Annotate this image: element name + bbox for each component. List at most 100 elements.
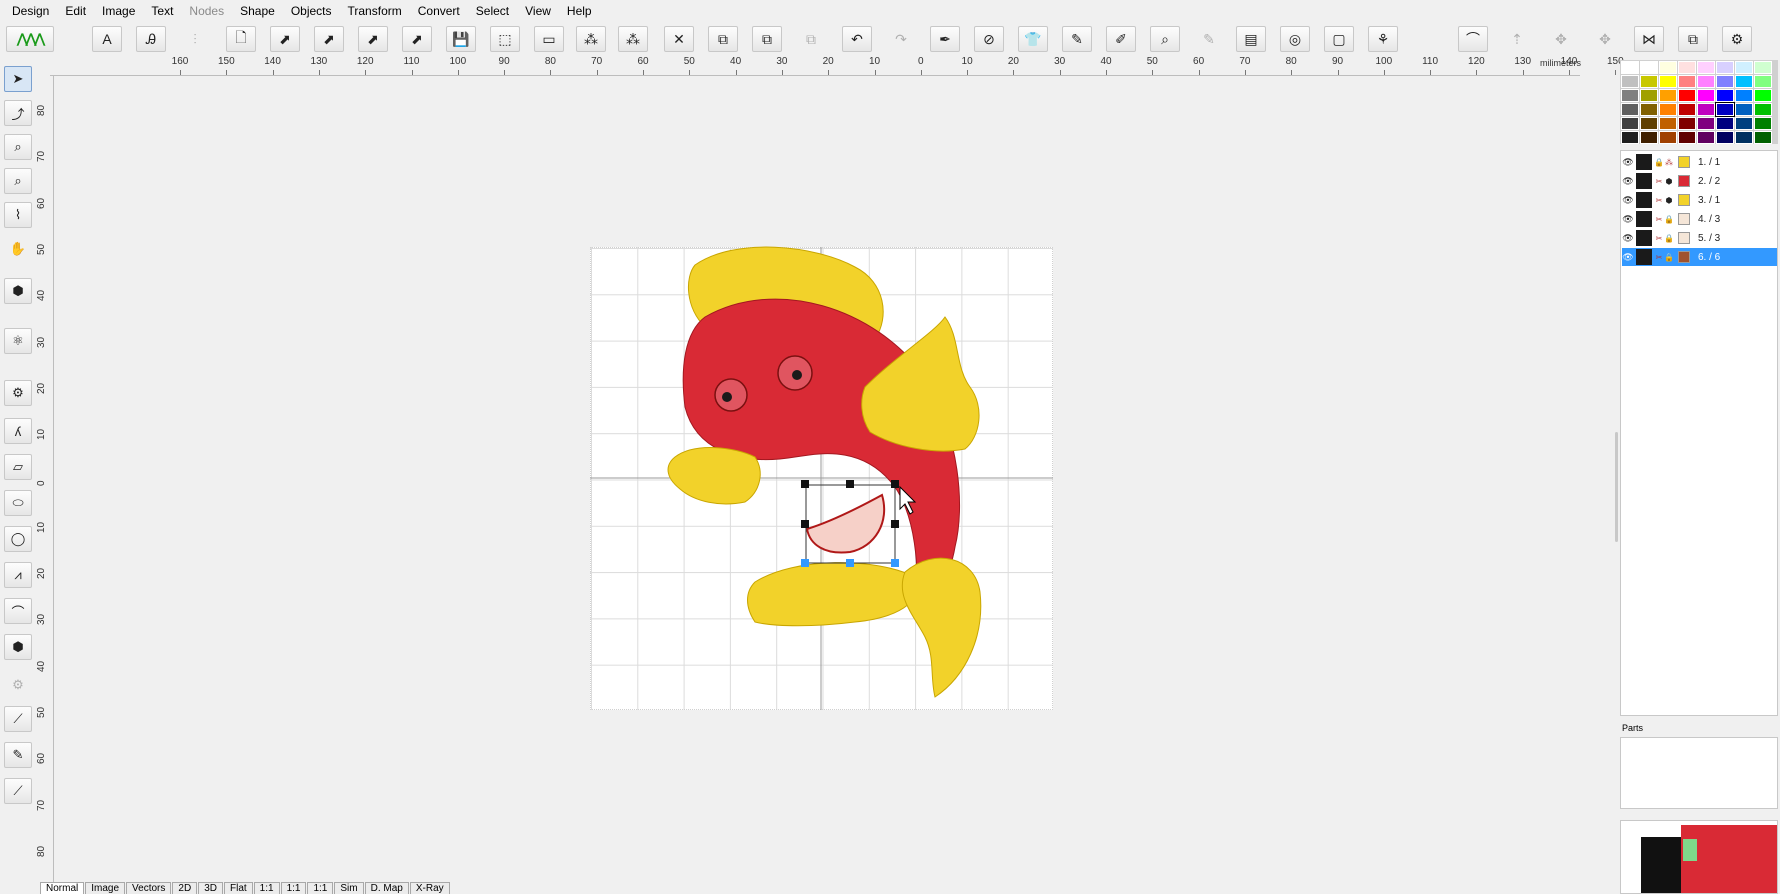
color-swatch[interactable]	[1621, 103, 1639, 116]
tab-image[interactable]: Image	[85, 882, 126, 894]
color-swatch[interactable]	[1754, 103, 1772, 116]
color-swatch[interactable]	[1621, 131, 1639, 144]
target-icon[interactable]: ◎	[1280, 26, 1310, 52]
node-edit-icon[interactable]: ⤴	[4, 100, 32, 126]
properties-icon[interactable]: ▤	[1236, 26, 1266, 52]
scrollbar-thumb[interactable]	[1615, 432, 1618, 542]
undo-icon[interactable]: ↶	[842, 26, 872, 52]
color-swatch[interactable]	[1754, 89, 1772, 102]
color-swatch[interactable]	[1621, 89, 1639, 102]
color-swatch[interactable]	[1754, 75, 1772, 88]
outline-icon[interactable]: ◯	[4, 526, 32, 552]
object-row-2[interactable]: 👁 ✂ ⬢ 2. / 2	[1622, 172, 1777, 190]
tab-x-ray[interactable]: X-Ray	[409, 882, 450, 894]
eyedropper-icon[interactable]: ✎	[1062, 26, 1092, 52]
export-icon[interactable]: ⬈	[402, 26, 432, 52]
color-swatch[interactable]	[1659, 75, 1677, 88]
ruler-tool-icon[interactable]: ⟋	[4, 778, 32, 804]
color-swatch[interactable]	[1640, 75, 1658, 88]
menu-text[interactable]: Text	[143, 0, 181, 22]
stitch-path-icon[interactable]: ⚙	[4, 380, 32, 406]
color-swatch[interactable]	[1678, 89, 1696, 102]
lock-icon[interactable]: 🔒	[1654, 158, 1664, 167]
color-swatch[interactable]	[1735, 75, 1753, 88]
color-swatch[interactable]	[1716, 61, 1734, 74]
color-swatch[interactable]	[1640, 61, 1658, 74]
tab-3d[interactable]: 3D	[198, 882, 223, 894]
color-swatch[interactable]	[1678, 75, 1696, 88]
eye-icon[interactable]: 👁	[1622, 214, 1634, 225]
left-fin-shape[interactable]	[667, 447, 761, 505]
color-swatch[interactable]	[1678, 103, 1696, 116]
color-swatch[interactable]	[1697, 117, 1715, 130]
tab-vectors[interactable]: Vectors	[126, 882, 172, 894]
menu-design[interactable]: Design	[4, 0, 57, 22]
pen-tool-icon[interactable]: ✒	[930, 26, 960, 52]
color-swatch[interactable]	[1697, 89, 1715, 102]
color-swatch[interactable]	[1735, 89, 1753, 102]
color-swatch[interactable]	[1697, 75, 1715, 88]
color-swatch[interactable]	[1621, 61, 1639, 74]
bowtie-icon[interactable]: ⋈	[1634, 26, 1664, 52]
color-swatch[interactable]	[1735, 103, 1753, 116]
preview-panel[interactable]	[1620, 820, 1778, 894]
lock-icon[interactable]: 🔒	[1664, 234, 1674, 243]
bezier-icon[interactable]: ⌒	[4, 598, 32, 624]
color-swatch[interactable]	[1678, 131, 1696, 144]
object-row-6[interactable]: 👁 ✂ 🔒 6. / 6	[1622, 248, 1777, 266]
color-swatch[interactable]	[1640, 89, 1658, 102]
eye-icon[interactable]: 👁	[1622, 195, 1634, 206]
tab-2d[interactable]: 2D	[172, 882, 198, 894]
color-swatch[interactable]	[1697, 131, 1715, 144]
eye-icon[interactable]: 👁	[1622, 233, 1634, 244]
select-rect-icon[interactable]: ▭	[534, 26, 564, 52]
menu-convert[interactable]: Convert	[410, 0, 468, 22]
text-effect-icon[interactable]: Ꭿ	[136, 26, 166, 52]
mouth-shape[interactable]	[805, 493, 886, 554]
duplicate-icon[interactable]: ⧉	[708, 26, 738, 52]
color-swatch[interactable]	[1735, 131, 1753, 144]
eye-icon[interactable]: 👁	[1622, 176, 1634, 187]
color-swatch[interactable]	[1754, 117, 1772, 130]
run-stitch-icon[interactable]: ⬭	[4, 490, 32, 516]
satin-icon[interactable]: ʎ	[4, 418, 32, 444]
text-tool-icon[interactable]: A	[92, 26, 122, 52]
handle-mid-left[interactable]	[801, 520, 809, 528]
color-swatch[interactable]	[1678, 117, 1696, 130]
color-swatch[interactable]	[1697, 61, 1715, 74]
eye-icon[interactable]: 👁	[1622, 252, 1634, 263]
color-swatch[interactable]	[1754, 61, 1772, 74]
color-swatch[interactable]	[1678, 61, 1696, 74]
settings-gear-icon[interactable]: ⚙	[1722, 26, 1752, 52]
stitch-icon[interactable]: ⚘	[1368, 26, 1398, 52]
color-swatch[interactable]	[1659, 89, 1677, 102]
color-swatch[interactable]	[1640, 103, 1658, 116]
open-image-icon[interactable]: ⬈	[314, 26, 344, 52]
color-swatch[interactable]	[1716, 117, 1734, 130]
menu-shape[interactable]: Shape	[232, 0, 283, 22]
zoom-search-icon[interactable]: ⌕	[1150, 26, 1180, 52]
color-swatch[interactable]	[1716, 75, 1734, 88]
color-swatch[interactable]	[1659, 117, 1677, 130]
logo-icon[interactable]: ⋀⋀⋀	[6, 26, 54, 52]
tab-d-map[interactable]: D. Map	[364, 882, 409, 894]
color-swatch[interactable]	[1697, 103, 1715, 116]
layers-icon[interactable]: ⧉	[1678, 26, 1708, 52]
color-swatch[interactable]	[1640, 131, 1658, 144]
zoom-1-icon[interactable]: ⌕	[4, 168, 32, 194]
menu-objects[interactable]: Objects	[283, 0, 340, 22]
save-icon[interactable]: 💾	[446, 26, 476, 52]
menu-image[interactable]: Image	[94, 0, 143, 22]
eye-icon[interactable]: 👁	[1622, 157, 1634, 168]
menu-view[interactable]: View	[517, 0, 559, 22]
tab-flat[interactable]: Flat	[223, 882, 253, 894]
magic-select-2-icon[interactable]: ⁂	[618, 26, 648, 52]
object-row-5[interactable]: 👁 ✂ 🔒 5. / 3	[1622, 229, 1777, 247]
polygon-icon[interactable]: ▱	[4, 454, 32, 480]
tab-sim[interactable]: Sim	[334, 882, 364, 894]
object-row-4[interactable]: 👁 ✂ 🔒 4. / 3	[1622, 210, 1777, 228]
menu-nodes[interactable]: Nodes	[181, 0, 232, 22]
color-swatch[interactable]	[1621, 75, 1639, 88]
lasso-icon[interactable]: ⌇	[4, 202, 32, 228]
color-swatch[interactable]	[1715, 102, 1735, 117]
